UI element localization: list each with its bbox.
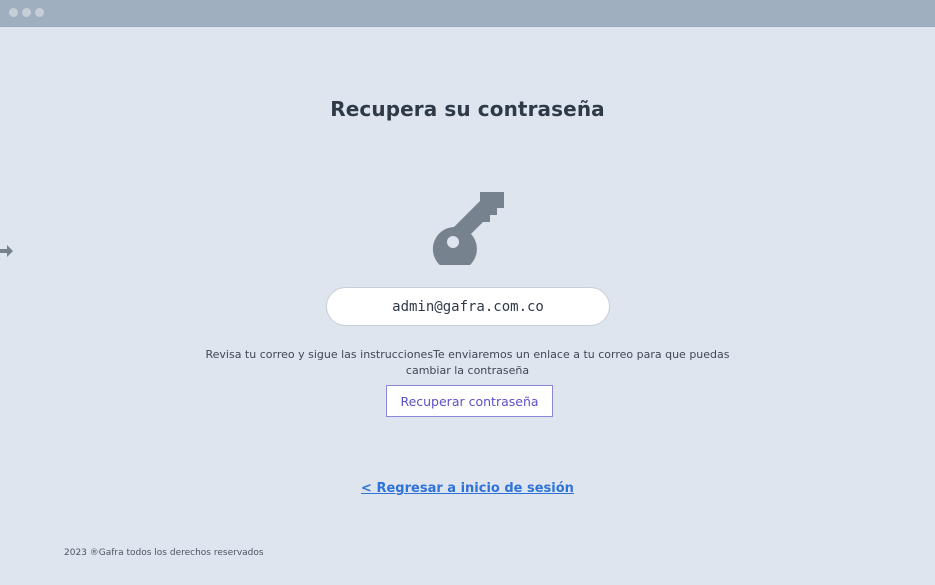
window-dot-maximize[interactable] (35, 8, 44, 17)
window-titlebar (0, 0, 935, 26)
key-icon (432, 192, 504, 265)
back-to-login-link[interactable]: < Regresar a inicio de sesión (0, 481, 935, 496)
email-field[interactable] (326, 287, 610, 326)
page-title: Recupera su contraseña (330, 97, 605, 121)
window-dot-close[interactable] (9, 8, 18, 17)
window-controls (9, 8, 44, 17)
login-window: Recupera su contraseña Revisa tu correo … (0, 0, 935, 585)
arrow-right-icon[interactable] (0, 244, 14, 258)
footer-copyright: 2023 ®Gafra todos los derechos reservado… (64, 548, 264, 558)
window-dot-minimize[interactable] (22, 8, 31, 17)
instructions-text: Revisa tu correo y sigue las instruccion… (205, 348, 730, 377)
recover-password-button[interactable]: Recuperar contraseña (386, 385, 553, 417)
